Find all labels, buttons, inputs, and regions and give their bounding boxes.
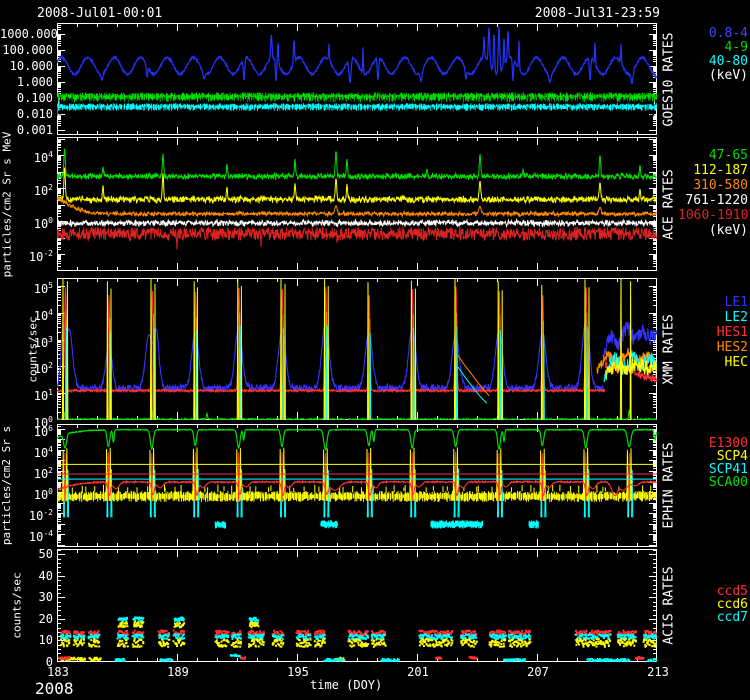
y-tick-label: 30	[0, 591, 53, 603]
y-tick-label: 20	[0, 613, 53, 625]
legend-item: 4-9	[678, 41, 748, 54]
legend-item: 1060-1910	[678, 209, 748, 222]
panel-side-title: XMM RATES	[660, 278, 678, 420]
legend-item: 310-580	[678, 179, 748, 192]
end-datetime-label: 2008-Jul31-23:59	[535, 8, 660, 20]
y-tick-label: 1.000	[0, 76, 53, 88]
y-tick-label: 0.100	[0, 92, 53, 104]
panel-side-title: EPHIN RATES	[660, 424, 678, 547]
legend-item: HES2	[678, 341, 748, 354]
legend-item: (keV)	[678, 69, 748, 82]
panel-canvas-3	[57, 424, 657, 547]
radiation-monitor-chart: 2008-Jul01-00:01 2008-Jul31-23:59 time (…	[0, 0, 750, 700]
x-tick-label: 213	[646, 666, 670, 678]
y-tick-label: 50	[0, 548, 53, 560]
panel-side-title: ACIS RATES	[660, 549, 678, 662]
panel-canvas-1	[57, 137, 657, 271]
legend-item: HEC	[678, 356, 748, 369]
legend-item: HES1	[678, 326, 748, 339]
legend-item: 761-1220	[678, 194, 748, 207]
panel-side-title: ACE RATES	[660, 137, 678, 271]
legend-item: LE2	[678, 311, 748, 324]
x-axis-title: time (DOY)	[310, 679, 382, 691]
legend-item: 47-65	[678, 149, 748, 162]
panel-y-axis-label: counts/sec	[26, 278, 40, 420]
y-tick-label: 10	[0, 634, 53, 646]
y-tick-label: 1000.000	[0, 28, 53, 40]
start-datetime-label: 2008-Jul01-00:01	[37, 8, 162, 20]
y-tick-label: 10.000	[0, 60, 53, 72]
panel-side-title: GOES10 RATES	[660, 23, 678, 135]
panel-y-axis-label: counts/sec	[10, 549, 24, 662]
legend-item: 40-80	[678, 55, 748, 68]
x-tick-label: 195	[286, 666, 310, 678]
legend-item: 0.8-4	[678, 27, 748, 40]
year-label: 2008	[35, 683, 74, 695]
panel-canvas-4	[57, 549, 657, 662]
y-tick-label: 0.010	[0, 108, 53, 120]
y-tick-label: 100.000	[0, 44, 53, 56]
panel-y-axis-label: particles/cm2 Sr s	[0, 424, 14, 547]
panel-canvas-2	[57, 278, 657, 420]
panel-y-axis-label: particles/cm2 Sr s MeV	[0, 137, 14, 271]
legend-item: LE1	[678, 296, 748, 309]
legend-item: 112-187	[678, 164, 748, 177]
y-tick-label: 40	[0, 570, 53, 582]
legend-item: (keV)	[678, 224, 748, 237]
x-tick-label: 189	[166, 666, 190, 678]
legend-item: SCA00	[678, 476, 748, 489]
x-tick-label: 201	[406, 666, 430, 678]
x-tick-label: 207	[526, 666, 550, 678]
legend-item: ccd7	[678, 611, 748, 624]
x-tick-label: 183	[46, 666, 70, 678]
panel-canvas-0	[57, 23, 657, 135]
